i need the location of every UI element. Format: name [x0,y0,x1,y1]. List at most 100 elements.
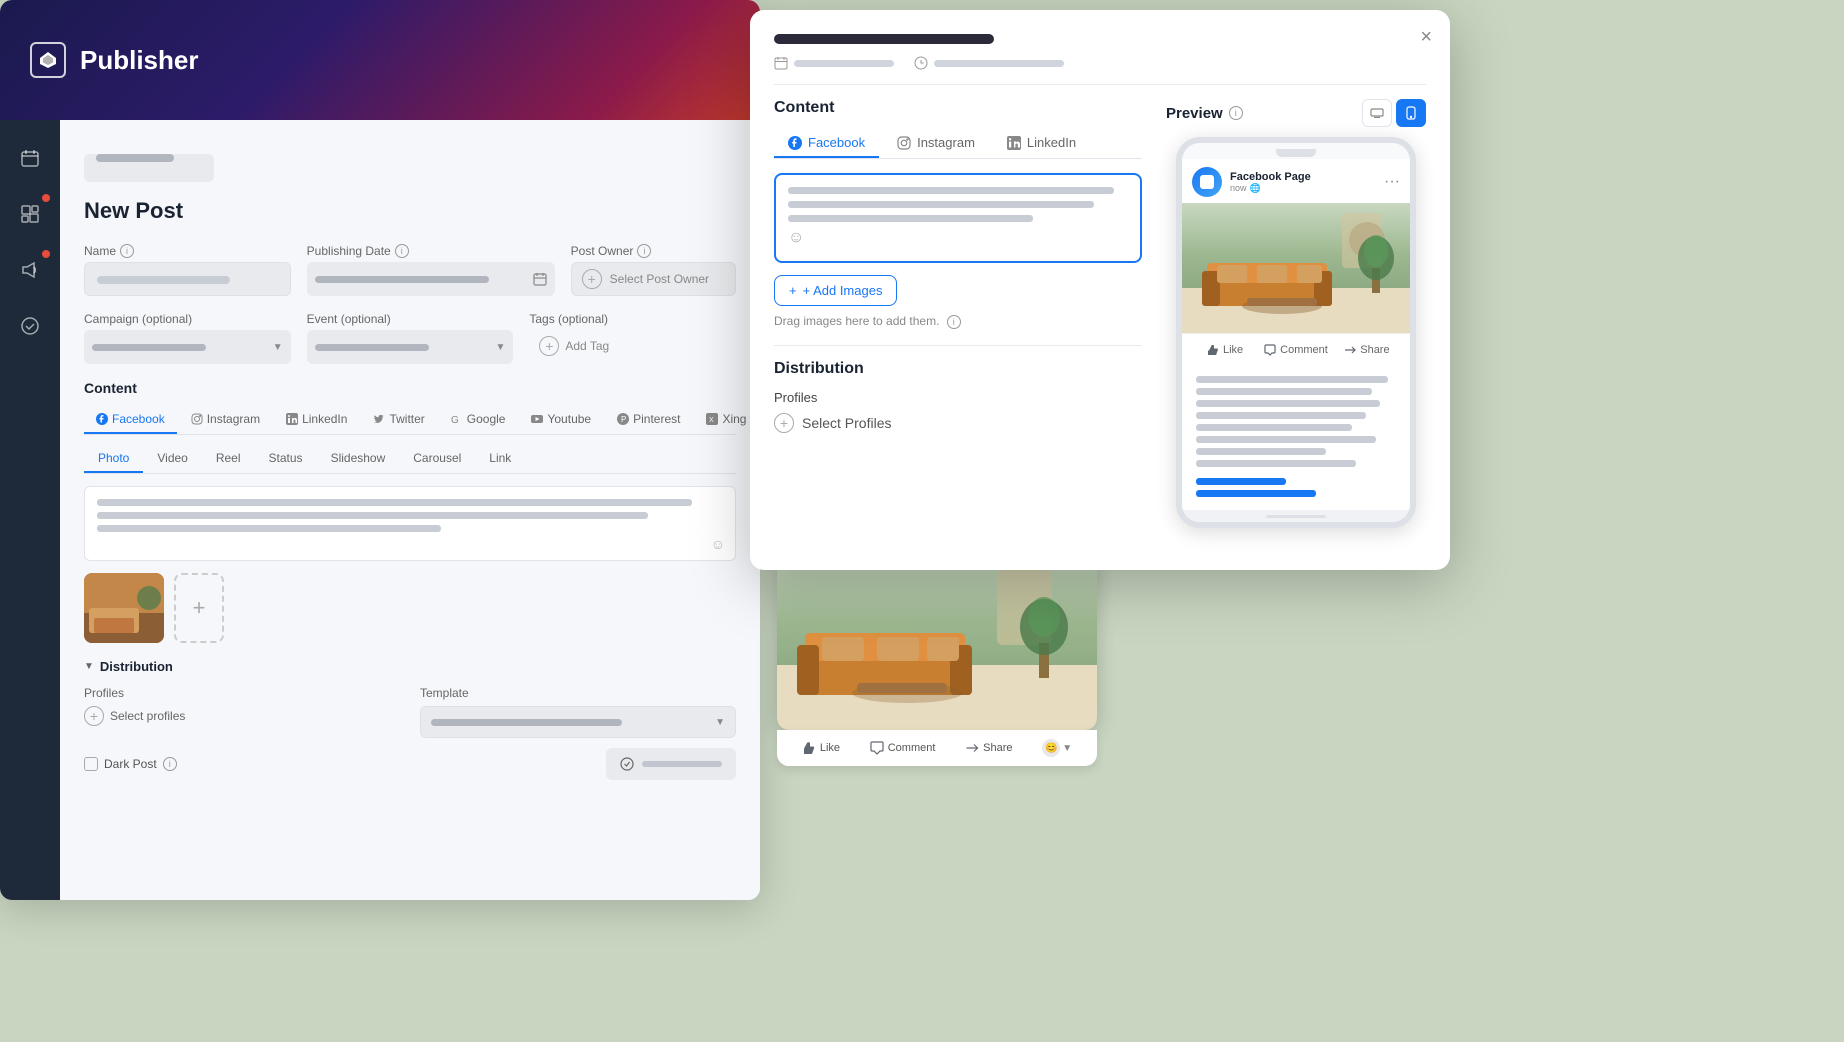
like-button[interactable]: Like [1192,340,1258,360]
post-like-action[interactable]: Like [802,741,840,755]
image-thumb-1[interactable] [84,573,164,643]
scroll-indicator [1182,510,1410,522]
post-preview-image [1182,203,1410,333]
campaign-select[interactable]: ▼ [84,330,291,364]
template-label: Template [420,686,736,700]
post-type-reel[interactable]: Reel [202,445,255,473]
modal-post-textarea[interactable]: ☺ [774,173,1142,263]
event-chevron-icon: ▼ [495,342,505,353]
like-icon [1207,344,1219,356]
date-input[interactable] [307,262,555,296]
publisher-sidebar [0,120,60,900]
post-header: Facebook Page now 🌐 ··· [1182,159,1410,203]
name-input[interactable] [84,262,291,296]
modal-emoji-icon[interactable]: ☺ [788,229,1128,247]
tab-twitter[interactable]: Twitter [361,406,436,434]
select-profiles-button[interactable]: + Select profiles [84,706,400,726]
mobile-view-button[interactable] [1396,99,1426,127]
tab-google[interactable]: G Google [439,406,518,434]
modal-select-profiles-button[interactable]: + Select Profiles [774,413,1142,433]
author-avatar [1192,167,1222,197]
post-type-link[interactable]: Link [475,445,525,473]
modal-tab-facebook[interactable]: Facebook [774,129,879,158]
post-type-photo[interactable]: Photo [84,445,143,473]
dark-post-checkbox[interactable] [84,757,98,771]
post-type-status[interactable]: Status [255,445,317,473]
instagram-icon [897,136,911,150]
post-share-icon [965,741,979,755]
plus-icon: + [582,269,602,289]
comment-icon [1264,344,1276,356]
add-images-icon: + [789,283,797,298]
post-textarea[interactable]: ☺ [84,486,736,561]
add-image-button[interactable]: + [174,573,224,643]
post-options-icon[interactable]: ··· [1384,173,1400,191]
modal-calendar-icon [774,56,788,70]
post-comment-action[interactable]: Comment [870,741,936,755]
background-post-image [777,555,1097,730]
page-name: Facebook Page [1230,171,1311,183]
desktop-icon [1370,108,1384,118]
post-owner-button[interactable]: + Select Post Owner [571,262,736,296]
emoji-icon[interactable]: ☺ [711,536,725,552]
tab-pinterest[interactable]: P Pinterest [605,406,692,434]
tab-youtube[interactable]: Youtube [519,406,603,434]
sidebar-icon-calendar[interactable] [12,140,48,176]
svg-text:P: P [621,415,626,424]
owner-label: Post Owner i [571,244,736,258]
reaction-icon: 😊 [1042,739,1060,757]
owner-info-icon: i [637,244,651,258]
date-field: Publishing Date i [307,244,555,296]
modal-meta-time [914,56,1064,70]
tab-instagram[interactable]: Instagram [179,406,272,434]
distribution-chevron-icon: ▼ [84,661,94,672]
modal-meta-calendar [774,56,894,70]
sidebar-icon-megaphone[interactable] [12,252,48,288]
reactions-group: 😊 ▼ [1042,739,1072,757]
post-modal: × [750,10,1450,570]
modal-content-title: Content [774,99,1142,117]
publisher-main-content: New Post Name i Publishing Date i [60,120,760,900]
post-type-slideshow[interactable]: Slideshow [317,445,400,473]
share-button[interactable]: Share [1334,340,1400,360]
sidebar-icon-layers[interactable] [12,196,48,232]
phone-mockup: Facebook Page now 🌐 ··· [1176,137,1416,528]
save-btn-label [642,761,722,767]
dark-post-info-icon: i [163,757,177,771]
post-actions-bar: Like Comment Share 😊 ▼ [777,730,1097,766]
post-type-carousel[interactable]: Carousel [399,445,475,473]
template-select[interactable]: ▼ [420,706,736,738]
add-images-label: + Add Images [803,283,883,298]
comment-button[interactable]: Comment [1260,340,1332,360]
search-bar[interactable] [84,154,214,182]
desktop-view-button[interactable] [1362,99,1392,127]
modal-tab-linkedin[interactable]: LinkedIn [993,129,1090,158]
modal-content-column: Content Facebook Instagram LinkedIn [774,99,1142,528]
linkedin-icon [1007,136,1021,150]
post-owner-field: Post Owner i + Select Post Owner [571,244,736,296]
modal-date-bar [794,60,894,67]
add-tag-button[interactable]: + Add Tag [529,330,736,362]
phone-notch [1276,149,1316,157]
preview-view-buttons [1362,99,1426,127]
post-like-icon [802,741,816,755]
distribution-header: ▼ Distribution [84,659,736,674]
post-type-video[interactable]: Video [143,445,201,473]
modal-title-bar [774,34,994,44]
modal-distribution-section: Distribution Profiles + Select Profiles [774,360,1142,433]
modal-meta-row [774,56,1426,70]
modal-clock-icon [914,56,928,70]
campaign-field: Campaign (optional) ▼ [84,312,291,364]
add-images-button[interactable]: + + Add Images [774,275,897,306]
save-button[interactable] [606,748,736,780]
modal-close-button[interactable]: × [1420,26,1432,49]
tab-xing[interactable]: X Xing [694,406,758,434]
post-share-label: Share [983,742,1012,754]
tab-facebook[interactable]: Facebook [84,406,177,434]
post-share-action[interactable]: Share [965,741,1012,755]
modal-tab-instagram[interactable]: Instagram [883,129,989,158]
profiles-row: Profiles + Select profiles Template ▼ [84,686,736,738]
event-select[interactable]: ▼ [307,330,514,364]
tab-linkedin[interactable]: LinkedIn [274,406,359,434]
sidebar-icon-check[interactable] [12,308,48,344]
